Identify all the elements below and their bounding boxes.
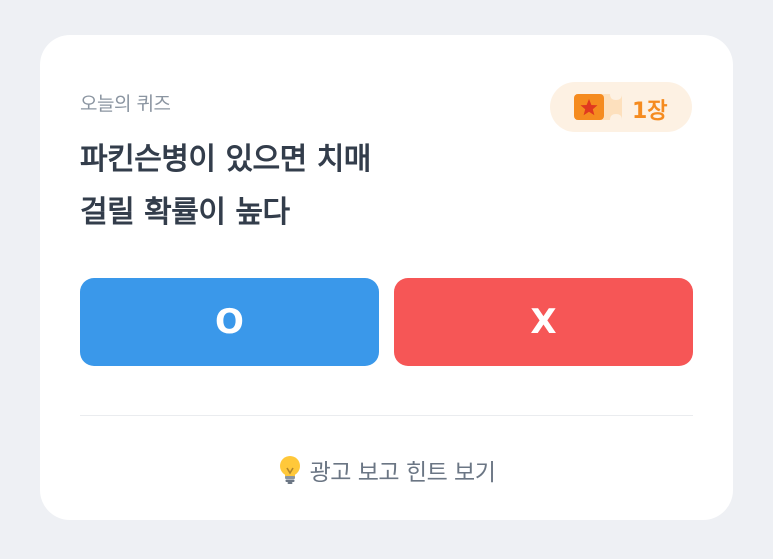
answer-x-button[interactable]: X — [394, 278, 693, 366]
quiz-card: 오늘의 퀴즈 1장 파킨슨병이 있으면 치매 걸릴 확률이 높다 O X 광고 … — [40, 35, 733, 520]
question-line: 파킨슨병이 있으면 치매 — [80, 142, 371, 177]
question-line: 걸릴 확률이 높다 — [80, 195, 290, 230]
answer-o-button[interactable]: O — [80, 278, 379, 366]
divider — [80, 415, 693, 416]
lightbulb-icon — [278, 455, 302, 485]
watch-ad-hint-button[interactable]: 광고 보고 힌트 보기 — [40, 450, 733, 490]
quiz-eyebrow: 오늘의 퀴즈 — [80, 93, 171, 115]
hint-label: 광고 보고 힌트 보기 — [309, 460, 496, 486]
ticket-count: 1장 — [632, 99, 668, 124]
ticket-star-icon — [572, 92, 626, 126]
ticket-badge: 1장 — [550, 82, 692, 132]
quiz-question: 파킨슨병이 있으면 치매 걸릴 확률이 높다 — [80, 133, 500, 239]
